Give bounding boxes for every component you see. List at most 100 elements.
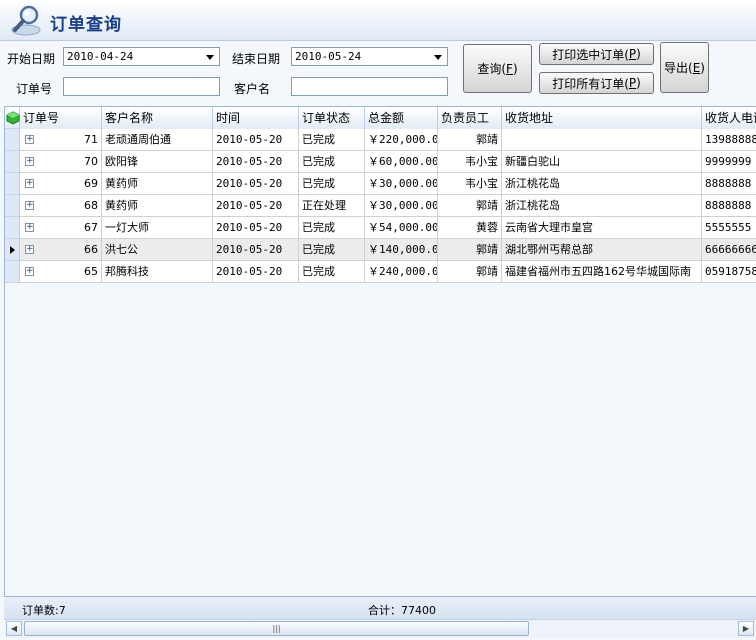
col-amount[interactable]: 总金额 (365, 107, 438, 129)
print-all-button[interactable]: 打印所有订单(P) (539, 72, 654, 94)
cell-staff[interactable]: 郭靖 (438, 195, 502, 217)
expand-icon[interactable]: + (25, 245, 34, 254)
cell-status[interactable]: 已完成 (299, 151, 365, 173)
col-status[interactable]: 订单状态 (299, 107, 365, 129)
cell-customer[interactable]: 黄药师 (102, 195, 213, 217)
table-row[interactable]: 69 黄药师 2010-05-20 已完成 ￥30,000.00 韦小宝 浙江桃花岛 8888… (5, 173, 756, 195)
query-button[interactable]: 查询(F) (463, 44, 532, 93)
cell-time[interactable]: 2010-05-20 (213, 129, 299, 151)
cell-amount[interactable]: ￥30,000.00 (365, 195, 438, 217)
horizontal-scrollbar[interactable]: ◀ ||| ▶ (4, 619, 756, 638)
customer-input[interactable] (291, 77, 448, 96)
expand-icon[interactable]: + (25, 201, 34, 210)
scroll-right-icon[interactable]: ▶ (738, 621, 754, 636)
cell-address[interactable]: 云南省大理市皇宫 (502, 217, 702, 239)
row-header[interactable] (5, 195, 20, 217)
cell-amount[interactable]: ￥140,000.0 (365, 239, 438, 261)
col-time[interactable]: 时间 (213, 107, 299, 129)
end-date-combo[interactable]: 2010-05-24 (291, 47, 448, 66)
cell-phone[interactable]: 0591875810 (702, 261, 756, 283)
cell-status[interactable]: 已完成 (299, 129, 365, 151)
table-row[interactable]: 67 一灯大师 2010-05-20 已完成 ￥54,000.00 黄蓉 云南省大理市皇宫 5… (5, 217, 756, 239)
export-button[interactable]: 导出(E) (660, 42, 709, 93)
chevron-down-icon[interactable] (434, 55, 442, 60)
scroll-thumb[interactable]: ||| (24, 621, 529, 636)
expand-icon[interactable]: + (25, 267, 34, 276)
cell-staff[interactable]: 韦小宝 (438, 173, 502, 195)
start-date-label: 开始日期 (7, 52, 56, 66)
row-header[interactable] (5, 151, 20, 173)
cell-amount[interactable]: ￥240,000.0 (365, 261, 438, 283)
cell-customer[interactable]: 欧阳锋 (102, 151, 213, 173)
cell-phone[interactable]: 8888888 (702, 195, 756, 217)
cell-customer[interactable]: 一灯大师 (102, 217, 213, 239)
table-row[interactable]: 71 老顽通周伯通 2010-05-20 已完成 ￥220,000.0 郭靖 1398888… (5, 129, 756, 151)
cell-time[interactable]: 2010-05-20 (213, 239, 299, 261)
cell-status[interactable]: 已完成 (299, 173, 365, 195)
cell-address[interactable]: 新疆白驼山 (502, 151, 702, 173)
cell-customer[interactable]: 黄药师 (102, 173, 213, 195)
cell-phone[interactable]: 13988888888 (702, 129, 756, 151)
order-total: 合计：77400 (368, 604, 436, 617)
cell-status[interactable]: 已完成 (299, 261, 365, 283)
cell-staff[interactable]: 郭靖 (438, 239, 502, 261)
col-customer[interactable]: 客户名称 (102, 107, 213, 129)
chevron-down-icon[interactable] (206, 55, 214, 60)
grid-footer: 订单数:7 合计：77400 (4, 596, 756, 619)
table-row[interactable]: 68 黄药师 2010-05-20 正在处理 ￥30,000.00 郭靖 浙江桃花岛 8888… (5, 195, 756, 217)
cell-status[interactable]: 已完成 (299, 239, 365, 261)
cell-address[interactable] (502, 129, 702, 151)
cell-time[interactable]: 2010-05-20 (213, 195, 299, 217)
col-staff[interactable]: 负责员工 (438, 107, 502, 129)
cell-time[interactable]: 2010-05-20 (213, 173, 299, 195)
row-header[interactable] (5, 129, 20, 151)
cell-staff[interactable]: 韦小宝 (438, 151, 502, 173)
table-row[interactable]: 65 邦腾科技 2010-05-20 已完成 ￥240,000.0 郭靖 福建省福州市五四路… (5, 261, 756, 283)
row-header[interactable] (5, 261, 20, 283)
orders-grid[interactable]: 订单号 客户名称 时间 订单状态 总金额 负责员工 收货地址 收货人电话 71老… (4, 106, 756, 597)
col-order-no[interactable]: 订单号 (20, 107, 102, 129)
col-address[interactable]: 收货地址 (502, 107, 702, 129)
cell-time[interactable]: 2010-05-20 (213, 151, 299, 173)
cell-customer[interactable]: 邦腾科技 (102, 261, 213, 283)
cell-time[interactable]: 2010-05-20 (213, 217, 299, 239)
end-date-value: 2010-05-24 (295, 50, 362, 63)
cell-customer[interactable]: 老顽通周伯通 (102, 129, 213, 151)
cell-address[interactable]: 福建省福州市五四路162号华城国际南 (502, 261, 702, 283)
cell-address[interactable]: 湖北鄂州丐帮总部 (502, 239, 702, 261)
cell-phone[interactable]: 9999999 (702, 151, 756, 173)
cell-amount[interactable]: ￥30,000.00 (365, 173, 438, 195)
expand-icon[interactable]: + (25, 223, 34, 232)
expand-icon[interactable]: + (25, 157, 34, 166)
scroll-left-icon[interactable]: ◀ (6, 621, 22, 636)
cell-staff[interactable]: 郭靖 (438, 261, 502, 283)
row-header[interactable] (5, 217, 20, 239)
cell-staff[interactable]: 郭靖 (438, 129, 502, 151)
row-header[interactable] (5, 239, 20, 261)
cell-time[interactable]: 2010-05-20 (213, 261, 299, 283)
print-selected-button[interactable]: 打印选中订单(P) (539, 43, 654, 65)
cell-address[interactable]: 浙江桃花岛 (502, 173, 702, 195)
order-no-input[interactable] (63, 77, 220, 96)
cell-amount[interactable]: ￥54,000.00 (365, 217, 438, 239)
header-corner (5, 107, 20, 129)
cell-phone[interactable]: 8888888 (702, 173, 756, 195)
cell-status[interactable]: 已完成 (299, 217, 365, 239)
cell-customer[interactable]: 洪七公 (102, 239, 213, 261)
cell-phone[interactable]: 5555555 (702, 217, 756, 239)
cell-amount[interactable]: ￥60,000.00 (365, 151, 438, 173)
start-date-combo[interactable]: 2010-04-24 (63, 47, 220, 66)
cell-address[interactable]: 浙江桃花岛 (502, 195, 702, 217)
table-row[interactable]: 70 欧阳锋 2010-05-20 已完成 ￥60,000.00 韦小宝 新疆白驼山 9999… (5, 151, 756, 173)
magnifier-icon (11, 5, 41, 36)
start-date-value: 2010-04-24 (67, 50, 134, 63)
row-header[interactable] (5, 173, 20, 195)
cell-staff[interactable]: 黄蓉 (438, 217, 502, 239)
expand-icon[interactable]: + (25, 179, 34, 188)
col-phone[interactable]: 收货人电话 (702, 107, 756, 129)
cell-status[interactable]: 正在处理 (299, 195, 365, 217)
cell-phone[interactable]: 66666666 (702, 239, 756, 261)
cell-amount[interactable]: ￥220,000.0 (365, 129, 438, 151)
table-row[interactable]: 66 洪七公 2010-05-20 已完成 ￥140,000.0 郭靖 湖北鄂州丐帮总部 66… (5, 239, 756, 261)
expand-icon[interactable]: + (25, 135, 34, 144)
